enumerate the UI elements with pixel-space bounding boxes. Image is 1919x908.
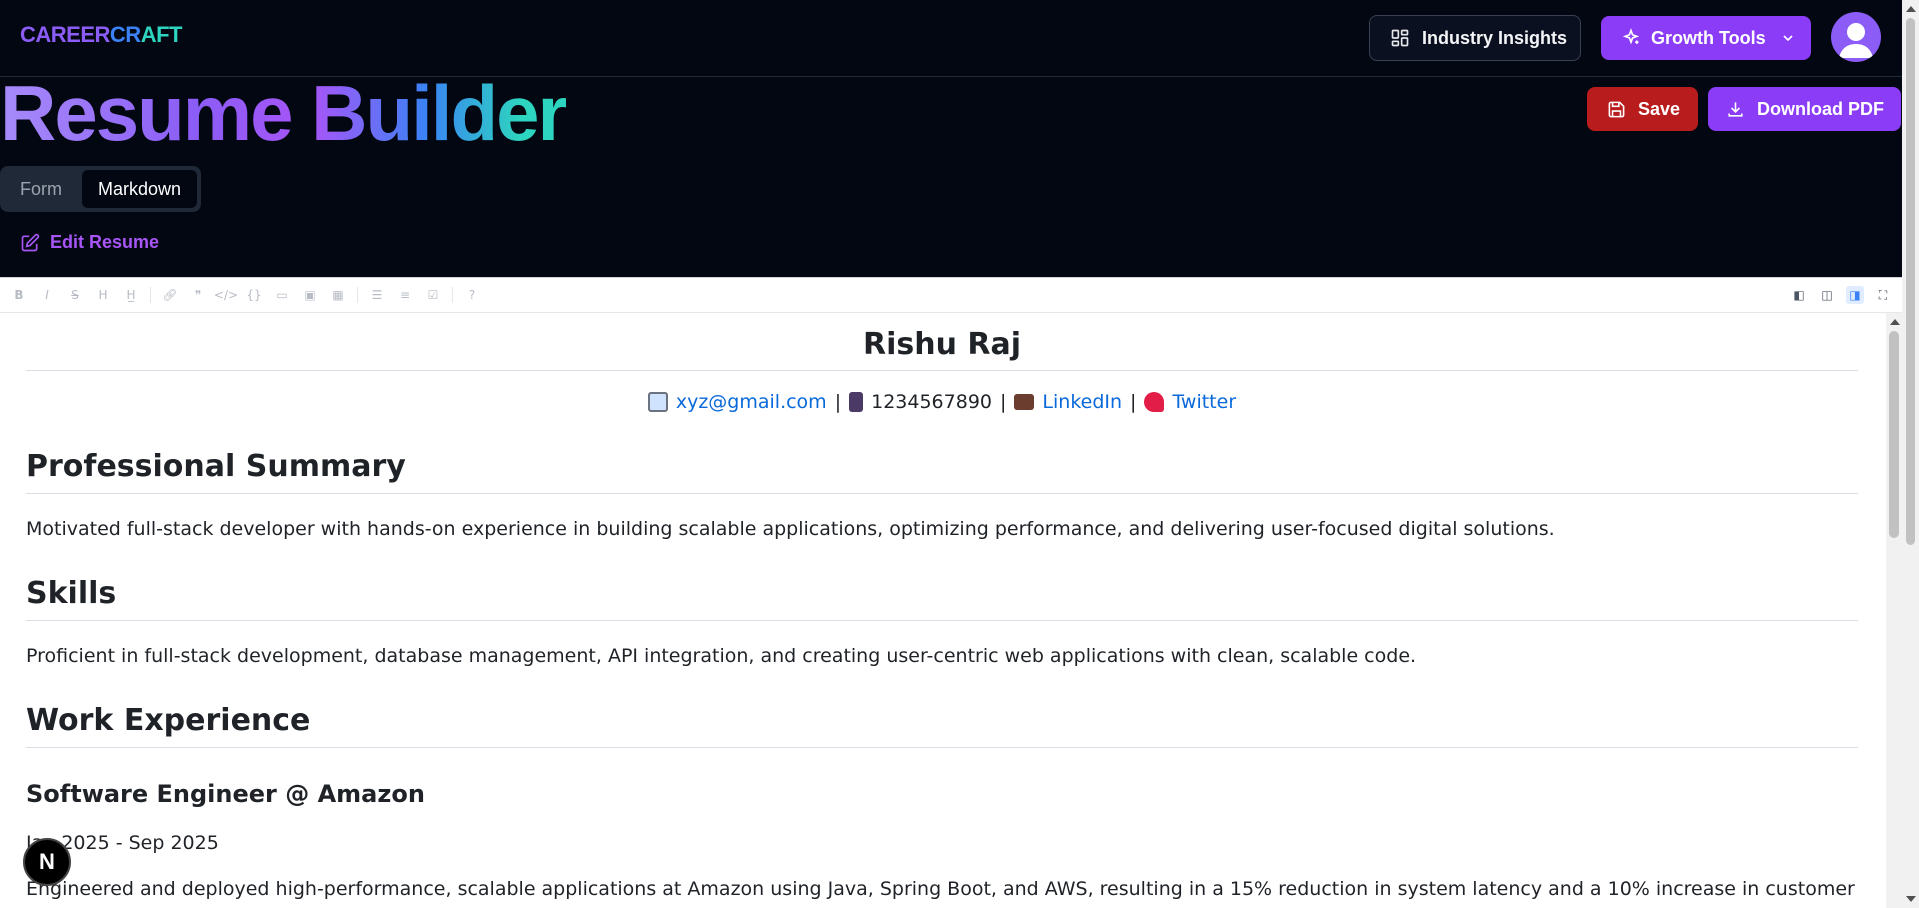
top-navbar: CAREER CR A FT Industry Insights Growth Too… [0, 0, 1902, 77]
experience-heading: Work Experience [26, 703, 1858, 748]
download-pdf-button[interactable]: Download PDF [1708, 87, 1901, 131]
logo-text-part4: FT [156, 22, 182, 47]
skills-text: Proficient in full-stack development, da… [26, 645, 1417, 667]
unordered-list-icon[interactable]: ☰ [368, 286, 386, 304]
save-label: Save [1638, 98, 1681, 119]
strikethrough-icon[interactable]: S [66, 286, 84, 304]
logo-text-part1: CAREER [20, 22, 110, 47]
dashboard-icon [1391, 29, 1409, 47]
phone-icon [849, 392, 864, 412]
sparkles-icon [1622, 28, 1640, 45]
quote-icon[interactable]: ❞ [189, 286, 207, 304]
nextjs-dev-badge[interactable]: N [23, 838, 71, 886]
scroll-thumb[interactable] [1906, 18, 1915, 545]
code-block-icon[interactable]: {} [245, 286, 263, 304]
image-icon[interactable]: ▣ [301, 286, 319, 304]
toolbar-divider [150, 287, 151, 303]
contact-line: xyz@gmail.com | 1234567890 | LinkedIn | … [26, 391, 1858, 413]
scroll-down-icon[interactable] [1906, 896, 1916, 902]
page-title: Resume Builder [0, 69, 568, 157]
heading-alt-icon[interactable]: H̲ [122, 286, 140, 304]
scroll-up-icon[interactable] [1890, 319, 1900, 325]
editor-toolbar: B I S H H̲ 🔗︎ ❞ </> {} ▭ ▣ ▦ ☰ ≡ ☑ ? ◧ ◫… [0, 278, 1902, 313]
help-icon[interactable]: ? [463, 286, 481, 304]
scroll-thumb[interactable] [1889, 331, 1899, 538]
linkedin-link[interactable]: LinkedIn [1042, 391, 1122, 413]
fullscreen-icon[interactable]: ⛶ [1874, 286, 1892, 304]
separator: | [834, 391, 842, 413]
job-title: Software Engineer @ Amazon [26, 780, 425, 808]
save-icon [1608, 101, 1625, 117]
user-icon [1839, 23, 1873, 58]
email-icon [647, 392, 668, 412]
industry-insights-button[interactable]: Industry Insights [1369, 15, 1581, 61]
resume-preview: Rishu Raj xyz@gmail.com | 1234567890 | L… [26, 313, 1858, 908]
skills-heading: Skills [26, 576, 1858, 621]
ordered-list-icon[interactable]: ≡ [396, 286, 414, 304]
edit-icon [21, 233, 40, 251]
resume-name: Rishu Raj [26, 327, 1858, 371]
view-mode-controls: ◧ ◫ ◨ ⛶ [1790, 286, 1892, 304]
logo-text-part3: A [140, 22, 157, 47]
separator: | [1130, 391, 1137, 413]
twitter-link[interactable]: Twitter [1172, 391, 1236, 413]
job-description: Engineered and deployed high-performance… [26, 878, 1858, 900]
italic-icon[interactable]: I [38, 286, 56, 304]
edit-resume-button[interactable]: Edit Resume [20, 232, 159, 253]
growth-tools-label: Growth Tools [1651, 27, 1766, 48]
growth-tools-dropdown[interactable]: Growth Tools [1601, 16, 1811, 60]
edit-resume-label: Edit Resume [50, 232, 160, 252]
toolbar-divider [357, 287, 358, 303]
tab-form[interactable]: Form [4, 170, 78, 208]
summary-text: Motivated full-stack developer with hand… [26, 518, 1555, 540]
chevron-down-icon [1783, 35, 1793, 42]
briefcase-icon [1014, 394, 1035, 410]
summary-heading: Professional Summary [26, 449, 1858, 494]
tab-markdown[interactable]: Markdown [82, 170, 198, 208]
logo-text-part2: CR [109, 22, 141, 47]
edit-only-icon[interactable]: ◧ [1790, 286, 1808, 304]
download-pdf-label: Download PDF [1757, 98, 1884, 119]
phone-number: 1234567890 [871, 391, 992, 413]
markdown-editor: B I S H H̲ 🔗︎ ❞ </> {} ▭ ▣ ▦ ☰ ≡ ☑ ? ◧ ◫… [0, 277, 1902, 908]
scroll-up-icon[interactable] [1906, 6, 1916, 12]
page-scrollbar[interactable] [1902, 0, 1919, 908]
editor-mode-tabs: Form Markdown [0, 166, 201, 212]
toolbar-divider [452, 287, 453, 303]
bird-icon [1144, 392, 1165, 412]
download-icon [1728, 101, 1743, 117]
link-icon[interactable]: 🔗︎ [161, 286, 179, 304]
preview-only-icon[interactable]: ◨ [1846, 286, 1864, 304]
email-link[interactable]: xyz@gmail.com [676, 391, 827, 413]
checklist-icon[interactable]: ☑ [424, 286, 442, 304]
separator: | [1000, 391, 1007, 413]
bold-icon[interactable]: B [10, 286, 28, 304]
table-icon[interactable]: ▦ [329, 286, 347, 304]
heading-icon[interactable]: H [94, 286, 112, 304]
user-avatar[interactable] [1831, 12, 1881, 62]
live-view-icon[interactable]: ◫ [1818, 286, 1836, 304]
preview-scrollbar[interactable] [1886, 313, 1902, 908]
code-icon[interactable]: </> [214, 286, 238, 304]
job-dates: Jan 2025 - Sep 2025 [26, 832, 219, 854]
careercraft-logo[interactable]: CAREER CR A FT [20, 18, 182, 52]
save-button[interactable]: Save [1587, 87, 1698, 131]
industry-insights-label: Industry Insights [1422, 27, 1568, 48]
comment-icon[interactable]: ▭ [273, 286, 291, 304]
